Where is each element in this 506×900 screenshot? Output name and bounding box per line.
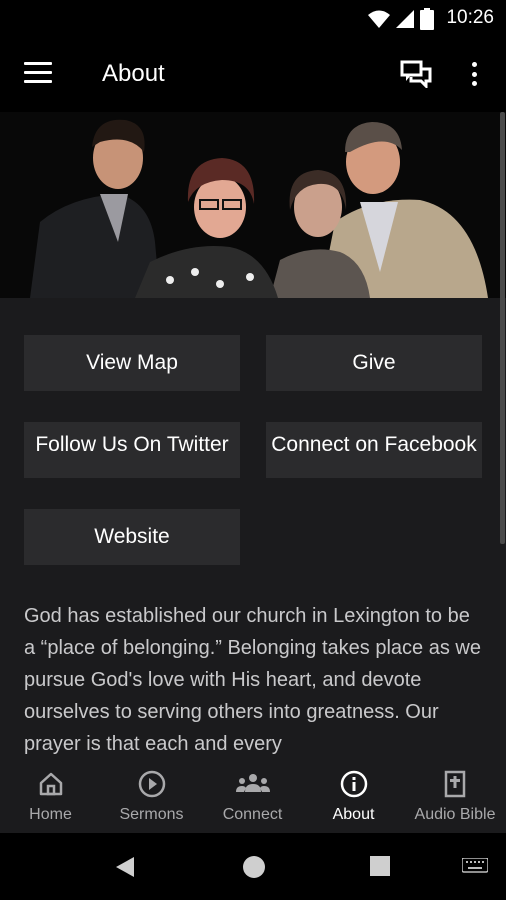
nav-audio-bible[interactable]: Audio Bible: [404, 765, 506, 833]
nav-sermons[interactable]: Sermons: [101, 765, 202, 833]
about-description: God has established our church in Lexing…: [24, 605, 481, 755]
play-circle-icon: [138, 770, 165, 798]
pastors-photo: [0, 112, 506, 298]
status-bar: 10:26: [0, 0, 506, 36]
back-icon[interactable]: [114, 855, 136, 879]
home-circle-icon[interactable]: [242, 855, 266, 879]
chat-icon[interactable]: [400, 60, 432, 88]
keyboard-icon[interactable]: [462, 858, 488, 874]
bible-icon: [444, 770, 466, 798]
battery-icon: [420, 8, 434, 30]
nav-about-label: About: [332, 806, 375, 823]
scrollbar[interactable]: [500, 112, 505, 544]
system-navigation: [0, 833, 506, 900]
nav-home-label: Home: [29, 806, 72, 823]
signal-icon: [396, 10, 414, 28]
follow-twitter-button[interactable]: Follow Us On Twitter: [24, 422, 240, 478]
connect-facebook-button[interactable]: Connect on Facebook: [266, 422, 482, 478]
bottom-navigation: Home Sermons Connect About Audio Bible: [0, 765, 506, 833]
info-icon: [340, 770, 367, 798]
wifi-icon: [368, 10, 390, 28]
nav-home[interactable]: Home: [0, 765, 101, 833]
about-content[interactable]: View Map Give Follow Us On Twitter Conne…: [0, 112, 506, 765]
give-button[interactable]: Give: [266, 335, 482, 391]
nav-connect-label: Connect: [222, 806, 283, 823]
nav-sermons-label: Sermons: [119, 806, 184, 823]
status-time: 10:26: [446, 7, 494, 28]
nav-audio-bible-label: Audio Bible: [414, 806, 496, 823]
nav-connect[interactable]: Connect: [202, 765, 303, 833]
more-vert-icon[interactable]: [462, 60, 486, 88]
group-icon: [235, 774, 270, 792]
nav-about[interactable]: About: [303, 765, 404, 833]
home-icon: [39, 772, 62, 796]
recents-icon[interactable]: [370, 856, 390, 876]
website-button[interactable]: Website: [24, 509, 240, 565]
page-title: About: [102, 60, 165, 87]
menu-icon[interactable]: [24, 62, 52, 86]
app-bar: About: [0, 36, 506, 112]
view-map-button[interactable]: View Map: [24, 335, 240, 391]
